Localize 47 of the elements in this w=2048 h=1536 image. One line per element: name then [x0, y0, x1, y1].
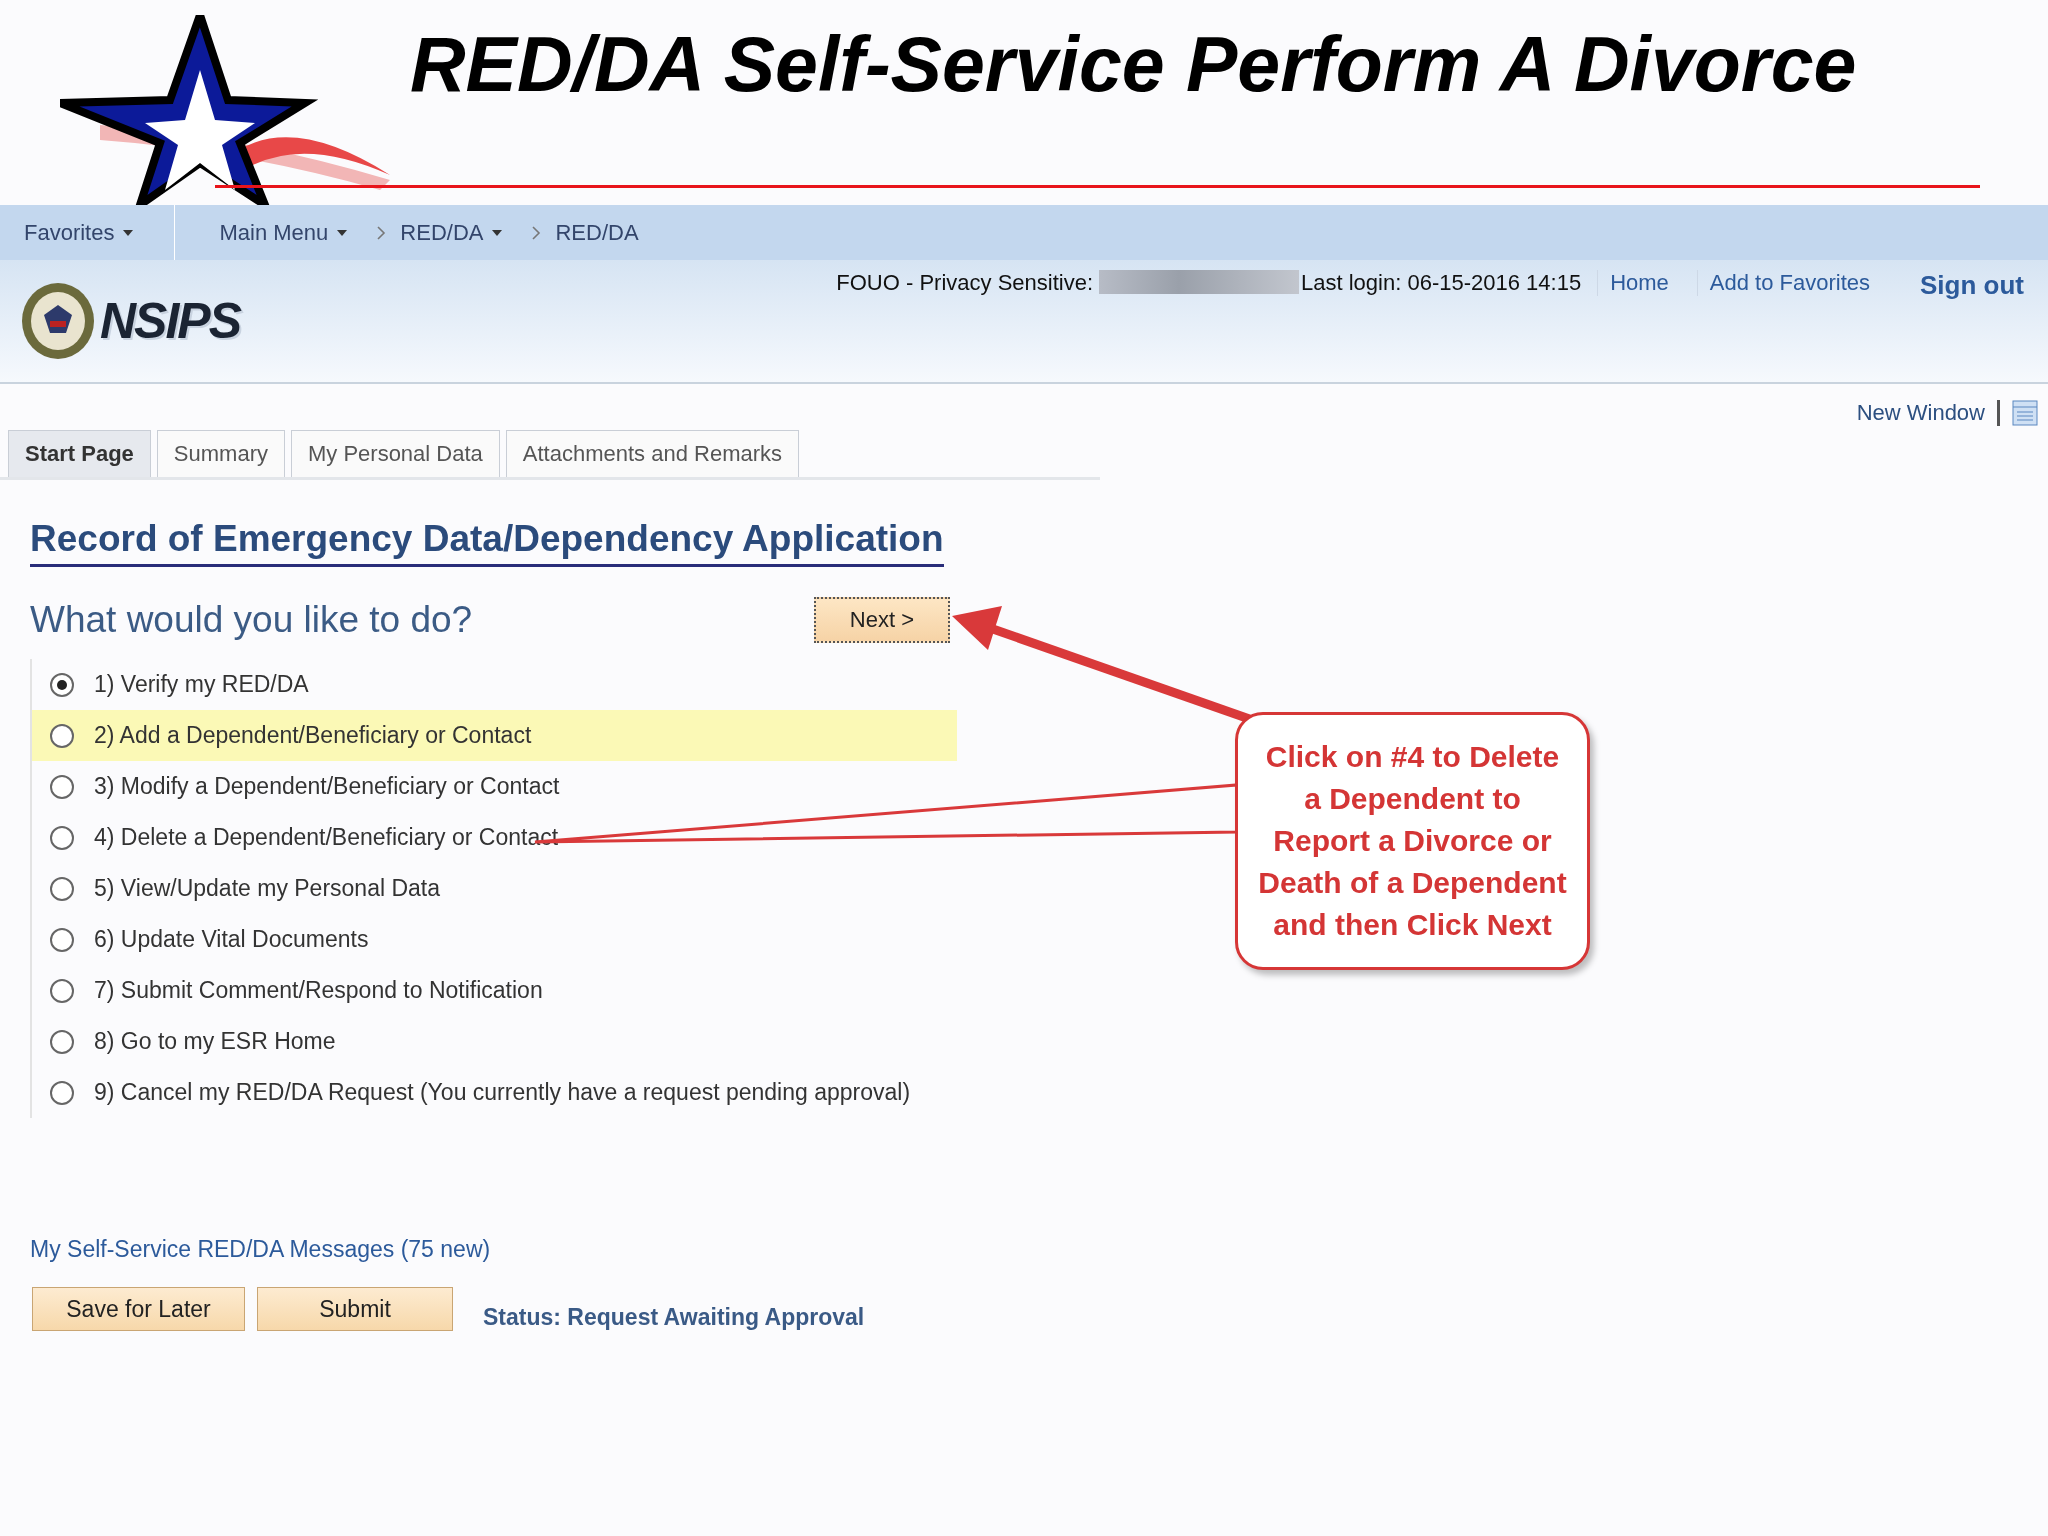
radio-button[interactable] [50, 672, 74, 697]
option-label: 5) View/Update my Personal Data [94, 875, 441, 902]
caret-icon [336, 228, 349, 237]
radio-button[interactable] [50, 1029, 74, 1054]
chevron-icon [531, 224, 542, 241]
option-label: 1) Verify my RED/DA [94, 671, 309, 698]
tab[interactable]: Attachments and Remarks [505, 430, 800, 477]
sign-out-link[interactable]: Sign out [1898, 270, 2024, 301]
option-label: 9) Cancel my RED/DA Request (You currently have a request pending approval) [94, 1079, 911, 1106]
radio-button[interactable] [50, 927, 74, 952]
option-label: 8) Go to my ESR Home [94, 1028, 336, 1055]
radio-button[interactable] [50, 1080, 74, 1105]
option-label: 2) Add a Dependent/Beneficiary or Contact [94, 722, 532, 749]
status-text: Status: Request Awaiting Approval [483, 1304, 865, 1331]
page-heading: Record of Emergency Data/Dependency Application [30, 518, 944, 567]
radio-button[interactable] [50, 825, 74, 850]
radio-button[interactable] [50, 723, 74, 748]
tab[interactable]: Summary [156, 430, 285, 477]
new-window-link[interactable]: New Window [1856, 400, 2000, 426]
header-link[interactable]: Home [1597, 270, 1681, 296]
breadcrumb-link[interactable]: RED/DA [531, 205, 653, 260]
radio-button[interactable] [50, 876, 74, 901]
radio-button[interactable] [50, 978, 74, 1003]
chevron-icon [376, 224, 387, 241]
tab[interactable]: Start Page [8, 430, 151, 477]
next-button[interactable]: Next > [813, 597, 950, 643]
caret-icon [491, 228, 504, 237]
caret-icon [122, 228, 135, 237]
tab[interactable]: My Personal Data [290, 430, 500, 477]
breadcrumb-link[interactable]: RED/DA [376, 205, 518, 260]
action-button[interactable]: Submit [257, 1287, 453, 1331]
question-text: What would you like to do? [30, 599, 473, 641]
option-label: 7) Submit Comment/Respond to Notification [94, 977, 543, 1004]
action-button[interactable]: Save for Later [32, 1287, 245, 1331]
highlighted-option-row[interactable]: 2) Add a Dependent/Beneficiary or Contact [32, 710, 957, 761]
last-login: Last login: 06-15-2016 14:15 [1301, 270, 1582, 296]
header-link[interactable]: Add to Favorites [1696, 270, 1882, 296]
messages-link[interactable]: My Self-Service RED/DA Messages (75 new) [30, 1236, 491, 1263]
option-label: 3) Modify a Dependent/Beneficiary or Contact [94, 773, 560, 800]
callout-text: Click on #4 to Delete a Dependent to Report a Divorce or Death of a Dependent and then Click Next [1258, 739, 1567, 943]
logo-text: NSIPS [100, 292, 241, 350]
slide-title: RED/DA Self-Service Perform A Divorce [410, 20, 1857, 109]
privacy-label: FOUO - Privacy Sensitive: [836, 270, 1094, 296]
seal-icon [20, 281, 96, 361]
option-label: 6) Update Vital Documents [94, 926, 369, 953]
radio-button[interactable] [50, 774, 74, 799]
breadcrumb-link[interactable]: Main Menu [219, 205, 363, 260]
